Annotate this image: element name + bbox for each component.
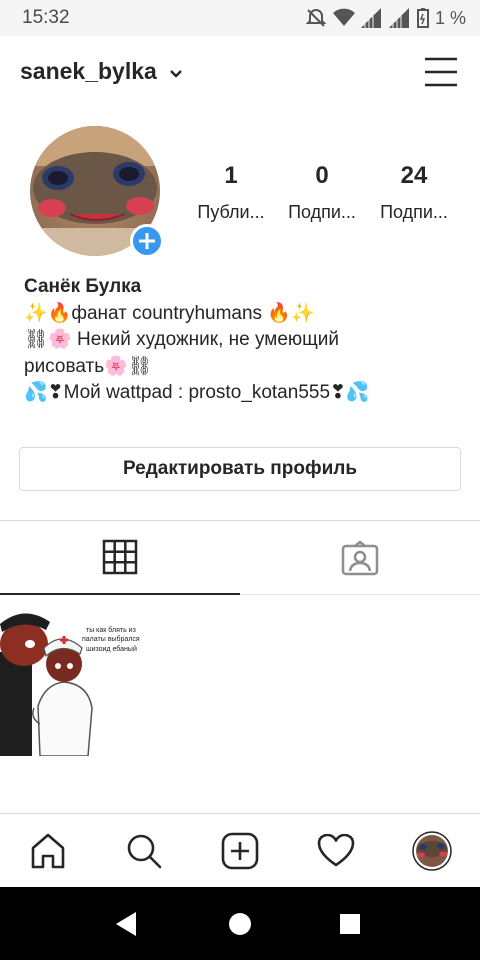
post-image: ты как блять из палаты выбрался шизоид е… [0, 596, 159, 756]
tagged-person-icon [341, 540, 379, 576]
nav-home[interactable] [0, 814, 96, 888]
plus-icon [139, 233, 155, 249]
heart-icon [317, 834, 355, 867]
profile-avatar-wrap [30, 126, 164, 258]
hamburger-menu-icon [425, 57, 457, 87]
username: sanek_bylka [20, 58, 157, 84]
stat-following-label: Подпи... [380, 202, 448, 222]
nav-new-post[interactable] [192, 814, 288, 888]
stat-followers-label: Подпи... [288, 202, 356, 222]
android-nav-bar [0, 887, 480, 960]
post-thumbnail[interactable]: ты как блять из палаты выбрался шизоид е… [0, 596, 159, 756]
nav-profile[interactable] [384, 814, 480, 888]
bottom-nav [0, 813, 480, 887]
status-bar: 15:32 1 % [0, 0, 480, 36]
home-icon [31, 833, 65, 869]
recents-square-icon [340, 913, 360, 934]
account-switcher[interactable]: sanek_bylka [20, 58, 183, 85]
grid-icon [102, 539, 138, 575]
nav-search[interactable] [96, 814, 192, 888]
stat-posts-label: Публи... [197, 202, 265, 222]
nav-activity[interactable] [288, 814, 384, 888]
battery-icon [416, 8, 429, 28]
edit-profile-button[interactable]: Редактировать профиль [19, 447, 461, 491]
home-circle-icon [229, 912, 251, 935]
post-caption-line: шизоид ебаный [86, 645, 137, 653]
search-icon [127, 834, 162, 869]
stat-following[interactable]: 24 Подпи... [366, 162, 462, 223]
add-post-icon [221, 832, 259, 870]
status-icons: 1 % [305, 6, 466, 30]
bio-line: ✨🔥фанат countryhumans 🔥✨ [24, 302, 315, 324]
android-home-button[interactable] [200, 887, 280, 960]
stat-posts-count: 1 [224, 162, 238, 189]
tab-grid[interactable] [0, 521, 240, 595]
notifications-off-icon [305, 7, 327, 29]
stat-posts[interactable]: 1 Публи... [183, 162, 279, 223]
signal-icon-2 [388, 8, 411, 28]
add-story-button[interactable] [130, 224, 164, 258]
menu-button[interactable] [424, 56, 458, 88]
bio-line: рисовать🌸⛓ [24, 355, 152, 377]
profile-tabs [0, 520, 480, 595]
signal-icon [360, 8, 383, 28]
stat-following-count: 24 [400, 162, 428, 189]
tab-tagged[interactable] [240, 521, 480, 595]
post-caption-line: палаты выбрался [82, 635, 140, 643]
profile-avatar [412, 831, 452, 871]
stat-followers[interactable]: 0 Подпи... [274, 162, 370, 223]
android-recents-button[interactable] [310, 887, 390, 960]
bio-line: 💦❣Мой wattpad : prosto_kotan555❣💦 [24, 382, 370, 403]
wifi-icon [332, 8, 355, 28]
chevron-down-icon [169, 58, 183, 85]
profile-bio: Санёк Булка ✨🔥фанат countryhumans 🔥✨ ⛓🌸 … [24, 274, 464, 407]
app-header: sanek_bylka [0, 36, 480, 110]
status-time: 15:32 [22, 7, 70, 28]
post-caption-line: ты как блять из [86, 626, 136, 634]
battery-percent: 1 % [434, 7, 466, 28]
android-back-button[interactable] [86, 887, 166, 960]
bio-line: ⛓🌸 Некий художник, не умеющий [24, 329, 340, 350]
profile-full-name: Санёк Булка [24, 276, 142, 297]
back-triangle-icon [116, 911, 136, 936]
stat-followers-count: 0 [315, 162, 329, 189]
